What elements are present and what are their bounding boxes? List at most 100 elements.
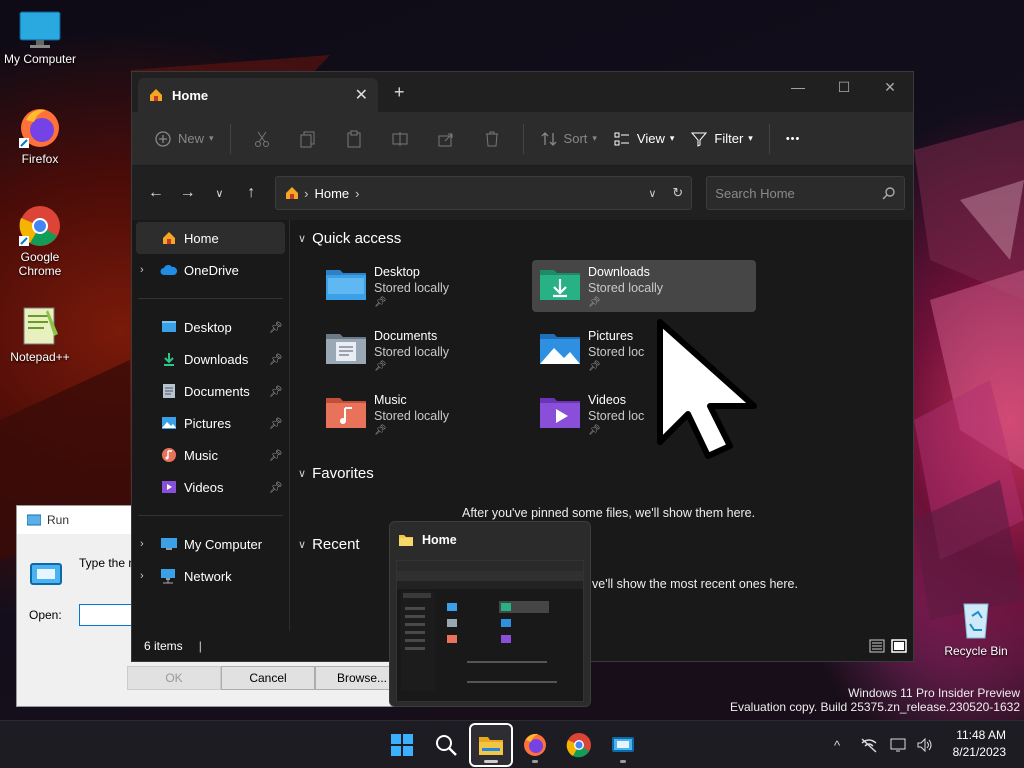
nav-item-home[interactable]: Home xyxy=(136,222,285,254)
pin-icon: 📌︎ xyxy=(374,425,387,436)
show-hidden-icons-button[interactable]: ^ xyxy=(828,738,846,753)
up-button[interactable]: ↑ xyxy=(235,184,267,202)
taskbar: ^ 11:48 AM 8/21/2023 xyxy=(0,720,1024,768)
desktop-icon-recycle-bin[interactable]: Recycle Bin xyxy=(936,598,1016,658)
taskbar-search-button[interactable] xyxy=(426,725,466,765)
expand-chevron-icon[interactable]: › xyxy=(140,264,158,276)
back-button[interactable]: ← xyxy=(140,184,172,202)
maximize-button[interactable]: ☐ xyxy=(821,72,867,102)
expand-chevron-icon[interactable]: › xyxy=(140,570,158,582)
network-icon xyxy=(161,569,175,584)
share-button[interactable] xyxy=(423,130,469,148)
item-name: Downloads xyxy=(588,265,650,279)
nav-label: Home xyxy=(184,230,219,246)
rename-button[interactable] xyxy=(377,130,423,148)
run-app-icon xyxy=(30,563,62,585)
nav-item-desktop[interactable]: Desktop 📌︎ xyxy=(132,311,289,343)
section-quick-access[interactable]: ∨ Quick access xyxy=(298,230,401,247)
run-cancel-button[interactable]: Cancel xyxy=(221,666,315,690)
tab-home[interactable]: Home ✕ xyxy=(138,78,378,112)
view-list-icon xyxy=(614,132,629,145)
view-button[interactable]: View ▾ xyxy=(605,122,682,156)
desktop-icon-firefox[interactable]: Firefox xyxy=(0,106,80,166)
taskbar-file-explorer[interactable] xyxy=(469,723,513,767)
nav-item-network[interactable]: › Network xyxy=(132,560,289,592)
item-name: Pictures xyxy=(588,329,634,343)
watermark-line-2: Evaluation copy. Build 25375.zn_release.… xyxy=(730,700,1020,714)
pictures-folder-icon xyxy=(540,334,580,364)
windows-watermark: Windows 11 Pro Insider Preview Evaluatio… xyxy=(730,686,1020,714)
taskbar-clock[interactable]: 11:48 AM 8/21/2023 xyxy=(953,727,1006,761)
nav-item-downloads[interactable]: Downloads 📌︎ xyxy=(132,343,289,375)
details-view-icon[interactable] xyxy=(869,639,885,653)
nav-item-pictures[interactable]: Pictures 📌︎ xyxy=(132,407,289,439)
recent-locations-button[interactable]: ∨ xyxy=(204,187,236,200)
nav-item-music[interactable]: Music 📌︎ xyxy=(132,439,289,471)
run-icon xyxy=(27,514,41,526)
breadcrumb-home[interactable]: Home xyxy=(314,186,349,201)
new-tab-button[interactable]: + xyxy=(394,82,405,103)
pin-icon: 📌︎ xyxy=(269,385,283,398)
command-bar: New ▾ Sort ▾ View ▾ Filter ▾ ••• xyxy=(132,112,913,166)
close-tab-icon[interactable]: ✕ xyxy=(355,85,368,105)
explorer-titlebar[interactable]: Home ✕ + — ☐ ✕ xyxy=(132,72,913,112)
taskbar-thumbnail-preview[interactable]: Home xyxy=(389,521,591,707)
close-window-button[interactable]: ✕ xyxy=(867,72,913,102)
more-options-button[interactable]: ••• xyxy=(778,122,809,156)
up-arrow-icon: ↑ xyxy=(247,184,256,201)
refresh-icon[interactable]: ↻ xyxy=(672,185,683,201)
taskbar-chrome[interactable] xyxy=(559,725,599,765)
favorites-empty-message: After you've pinned some files, we'll sh… xyxy=(462,506,756,520)
search-icon xyxy=(436,735,457,756)
clipboard-icon xyxy=(347,130,361,147)
rename-icon xyxy=(392,131,408,146)
desktop-icon-label: Google Chrome xyxy=(18,250,62,278)
quick-access-item-desktop[interactable]: Desktop Stored locally 📌︎ xyxy=(318,260,542,312)
download-arrow-icon xyxy=(164,353,174,366)
forward-button[interactable]: → xyxy=(172,184,204,202)
quick-access-item-documents[interactable]: Documents Stored locally 📌︎ xyxy=(318,324,542,376)
desktop-icon-notepadpp[interactable]: Notepad++ xyxy=(0,304,80,364)
minimize-button[interactable]: — xyxy=(775,72,821,102)
sort-button[interactable]: Sort ▾ xyxy=(532,122,605,156)
taskbar-firefox[interactable] xyxy=(515,725,555,765)
section-favorites[interactable]: ∨ Favorites xyxy=(298,465,374,482)
desktop-folder-icon xyxy=(326,270,366,300)
delete-button[interactable] xyxy=(469,130,515,148)
nav-item-onedrive[interactable]: › OneDrive xyxy=(132,254,289,286)
desktop-icon-label: Notepad++ xyxy=(10,350,70,364)
paste-button[interactable] xyxy=(331,130,377,148)
address-bar[interactable]: › Home › ∨ ↻ xyxy=(275,176,693,210)
network-disconnected-icon[interactable] xyxy=(860,737,878,753)
copy-button[interactable] xyxy=(285,130,331,148)
section-recent[interactable]: ∨ Recent xyxy=(298,536,360,553)
expand-chevron-icon[interactable]: › xyxy=(140,538,158,550)
nav-item-videos[interactable]: Videos 📌︎ xyxy=(132,471,289,503)
notepadpp-icon xyxy=(23,307,58,345)
run-ok-button[interactable]: OK xyxy=(127,666,221,690)
running-indicator xyxy=(620,760,626,763)
cut-button[interactable] xyxy=(239,130,285,148)
nav-label: OneDrive xyxy=(184,262,239,278)
start-button[interactable] xyxy=(382,725,422,765)
taskbar-run[interactable] xyxy=(603,725,643,765)
filter-button[interactable]: Filter ▾ xyxy=(682,122,760,156)
display-icon[interactable] xyxy=(890,737,908,753)
onedrive-cloud-icon xyxy=(160,264,178,275)
search-input[interactable]: Search Home xyxy=(715,186,882,201)
desktop-icon-my-computer[interactable]: My Computer xyxy=(0,10,80,66)
volume-icon[interactable] xyxy=(916,737,934,753)
run-title: Run xyxy=(47,513,70,527)
nav-item-my-computer[interactable]: › My Computer xyxy=(132,528,289,560)
quick-access-item-music[interactable]: Music Stored locally 📌︎ xyxy=(318,388,542,440)
section-title: Favorites xyxy=(312,465,374,482)
new-button[interactable]: New ▾ xyxy=(146,122,222,156)
address-dropdown-icon[interactable]: ∨ xyxy=(648,187,656,200)
item-count: 6 items xyxy=(144,639,183,653)
running-indicator xyxy=(532,760,538,763)
tiles-view-icon[interactable] xyxy=(891,639,907,653)
nav-item-documents[interactable]: Documents 📌︎ xyxy=(132,375,289,407)
quick-access-item-downloads[interactable]: Downloads Stored locally 📌︎ xyxy=(532,260,756,312)
desktop-icon-chrome[interactable]: Google Chrome xyxy=(0,204,80,278)
search-box[interactable]: Search Home xyxy=(706,176,906,210)
